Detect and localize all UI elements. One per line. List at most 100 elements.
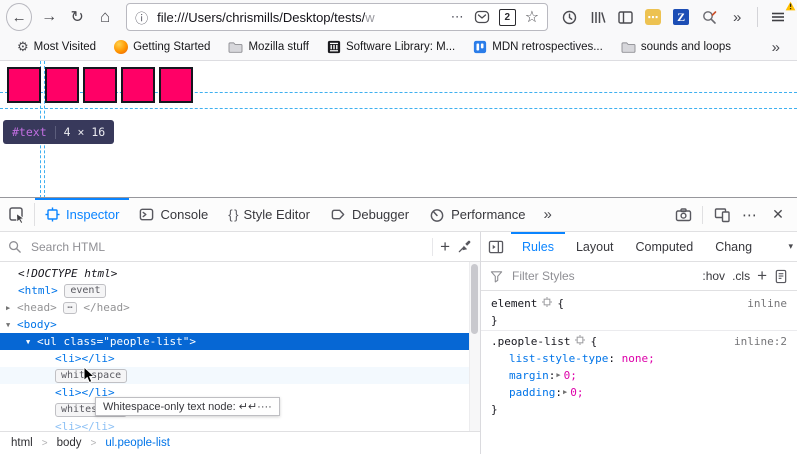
home-icon: ⌂ xyxy=(100,7,110,27)
screenshot-button[interactable] xyxy=(670,202,696,228)
highlighter-infobar: #text 4 × 16 xyxy=(3,120,114,144)
zotero-button[interactable]: Z xyxy=(668,3,694,31)
app-menu-button[interactable] xyxy=(765,3,791,31)
expand-arrow-icon[interactable]: ▼ xyxy=(6,317,17,334)
tab-debugger[interactable]: Debugger xyxy=(320,198,419,231)
tab-inspector[interactable]: Inspector xyxy=(35,198,129,231)
property-value: 0 xyxy=(564,367,571,384)
browser-toolbar: ← → ↻ ⌂ ⓘ file:///Users/chrismills/Deskt… xyxy=(0,0,797,34)
devtools-menu-button[interactable]: ⋯ xyxy=(737,202,763,228)
tab-label: Rules xyxy=(522,240,554,254)
tab-console[interactable]: Console xyxy=(129,198,218,231)
rule-people-list-selector[interactable]: .people-list { inline:2 xyxy=(481,333,797,350)
tab-style-editor[interactable]: { } Style Editor xyxy=(218,198,320,231)
expand-value-icon[interactable]: ▶ xyxy=(556,367,560,384)
sidebar-tabs-dropdown[interactable]: ▾ xyxy=(788,232,797,261)
rule-element-selector[interactable]: element { inline xyxy=(481,295,797,312)
tree-row-doctype[interactable]: <!DOCTYPE html> xyxy=(0,265,480,282)
search-extension-button[interactable] xyxy=(696,3,722,31)
declaration-padding[interactable]: padding:▶0; xyxy=(481,384,797,401)
tab-label: Console xyxy=(160,207,208,222)
bookmark-software-library[interactable]: Software Library: M... xyxy=(320,38,462,56)
declaration-margin[interactable]: margin:▶0; xyxy=(481,367,797,384)
tree-row-head[interactable]: ▶<head> ⋯ </head> xyxy=(0,299,480,316)
highlight-selector-icon[interactable] xyxy=(575,333,585,350)
collapse-sidebar-button[interactable] xyxy=(481,232,511,261)
tab-performance[interactable]: Performance xyxy=(419,198,535,231)
people-list-items xyxy=(7,67,193,103)
page-info-icon[interactable]: ⓘ xyxy=(135,8,148,27)
tree-row-html[interactable]: <html> event xyxy=(0,282,480,299)
bookmark-most-visited[interactable]: ⚙ Most Visited xyxy=(10,37,103,57)
filter-styles-input[interactable] xyxy=(510,268,695,284)
add-node-button[interactable]: + xyxy=(440,237,450,257)
tree-row-li[interactable]: <li></li> xyxy=(0,350,480,367)
library-button[interactable] xyxy=(584,3,610,31)
extension-yellow-button[interactable]: ⋯ xyxy=(640,3,666,31)
bookmark-sounds-and-loops[interactable]: sounds and loops xyxy=(614,39,738,56)
tab-rules[interactable]: Rules xyxy=(511,232,565,261)
overflow-chevron-icon: » xyxy=(733,9,741,26)
class-toggle[interactable]: .cls xyxy=(732,269,750,283)
eyedropper-button[interactable] xyxy=(457,239,472,254)
chevron-down-icon: ▾ xyxy=(788,241,793,252)
back-button[interactable]: ← xyxy=(6,3,32,31)
add-rule-button[interactable]: + xyxy=(757,266,767,286)
pseudo-hover-toggle[interactable]: :hov xyxy=(702,269,725,283)
page-actions-icon[interactable]: ⋯ xyxy=(451,9,465,25)
bookmark-mozilla-stuff[interactable]: Mozilla stuff xyxy=(221,39,316,56)
devtools-close-button[interactable]: ✕ xyxy=(765,202,791,228)
colon: : xyxy=(549,367,556,384)
breadcrumb-ul-people-list[interactable]: ul.people-list xyxy=(105,437,170,449)
pocket-icon[interactable] xyxy=(474,9,490,25)
tab-layout[interactable]: Layout xyxy=(565,232,625,261)
url-text[interactable]: file:///Users/chrismills/Desktop/tests/w xyxy=(157,10,442,25)
tree-row-ul-selected[interactable]: ▼<ul class="people-list"> xyxy=(0,333,480,350)
highlight-selector-icon[interactable] xyxy=(542,295,552,312)
infobar-dimensions: 4 × 16 xyxy=(64,125,106,139)
tab-label: Debugger xyxy=(352,207,409,222)
bookmarks-overflow-button[interactable]: » xyxy=(765,37,787,58)
bookmark-star-icon[interactable]: ☆ xyxy=(525,7,539,27)
forward-button[interactable]: → xyxy=(36,3,62,31)
scrollbar-thumb[interactable] xyxy=(471,264,478,334)
breadcrumb-html[interactable]: html xyxy=(11,437,33,449)
toolbar-overflow-button[interactable]: » xyxy=(724,3,750,31)
rule-source-link[interactable]: inline:2 xyxy=(734,333,787,350)
bookmark-label: Software Library: M... xyxy=(346,41,455,53)
reload-button[interactable]: ↻ xyxy=(64,3,90,31)
bookmark-label: sounds and loops xyxy=(641,41,731,53)
open-brace: { xyxy=(557,295,564,312)
firefox-window: ← → ↻ ⌂ ⓘ file:///Users/chrismills/Deskt… xyxy=(0,0,797,454)
url-bar[interactable]: ⓘ file:///Users/chrismills/Desktop/tests… xyxy=(126,3,548,31)
tree-row-li[interactable]: <li></li> xyxy=(0,418,480,431)
expand-value-icon[interactable]: ▶ xyxy=(563,384,567,401)
expand-arrow-icon[interactable]: ▼ xyxy=(26,334,37,351)
bookmark-mdn-retrospectives[interactable]: MDN retrospectives... xyxy=(466,38,610,56)
home-button[interactable]: ⌂ xyxy=(92,3,118,31)
element-picker-button[interactable] xyxy=(0,198,34,231)
ellipsis-badge[interactable]: ⋯ xyxy=(63,302,76,314)
devtools-tabs-overflow[interactable]: » xyxy=(536,198,560,231)
bookmark-getting-started[interactable]: Getting Started xyxy=(107,38,217,56)
library-building-icon xyxy=(327,40,341,54)
tab-computed[interactable]: Computed xyxy=(625,232,705,261)
head-open-tag: <head> xyxy=(17,301,57,314)
history-button[interactable] xyxy=(556,3,582,31)
responsive-design-button[interactable] xyxy=(709,202,735,228)
tab-changes[interactable]: Chang xyxy=(704,232,788,261)
tree-scrollbar[interactable] xyxy=(469,262,480,431)
tree-row-body[interactable]: ▼<body> xyxy=(0,316,480,333)
tree-row-whitespace[interactable]: whitespace xyxy=(0,367,480,384)
stylesheet-icon[interactable] xyxy=(774,269,788,284)
gear-icon: ⚙ xyxy=(17,39,29,55)
declaration-list-style-type[interactable]: list-style-type: none; xyxy=(481,350,797,367)
rule-source-link[interactable]: inline xyxy=(747,295,787,312)
mouse-cursor-icon xyxy=(83,366,96,388)
sidebar-toggle-button[interactable] xyxy=(612,3,638,31)
collapse-arrow-icon[interactable]: ▶ xyxy=(6,300,17,317)
event-badge[interactable]: event xyxy=(64,284,106,298)
search-html-input[interactable] xyxy=(29,239,425,255)
extension-page-action-icon[interactable]: 2 xyxy=(499,9,516,26)
breadcrumb-body[interactable]: body xyxy=(57,437,82,449)
